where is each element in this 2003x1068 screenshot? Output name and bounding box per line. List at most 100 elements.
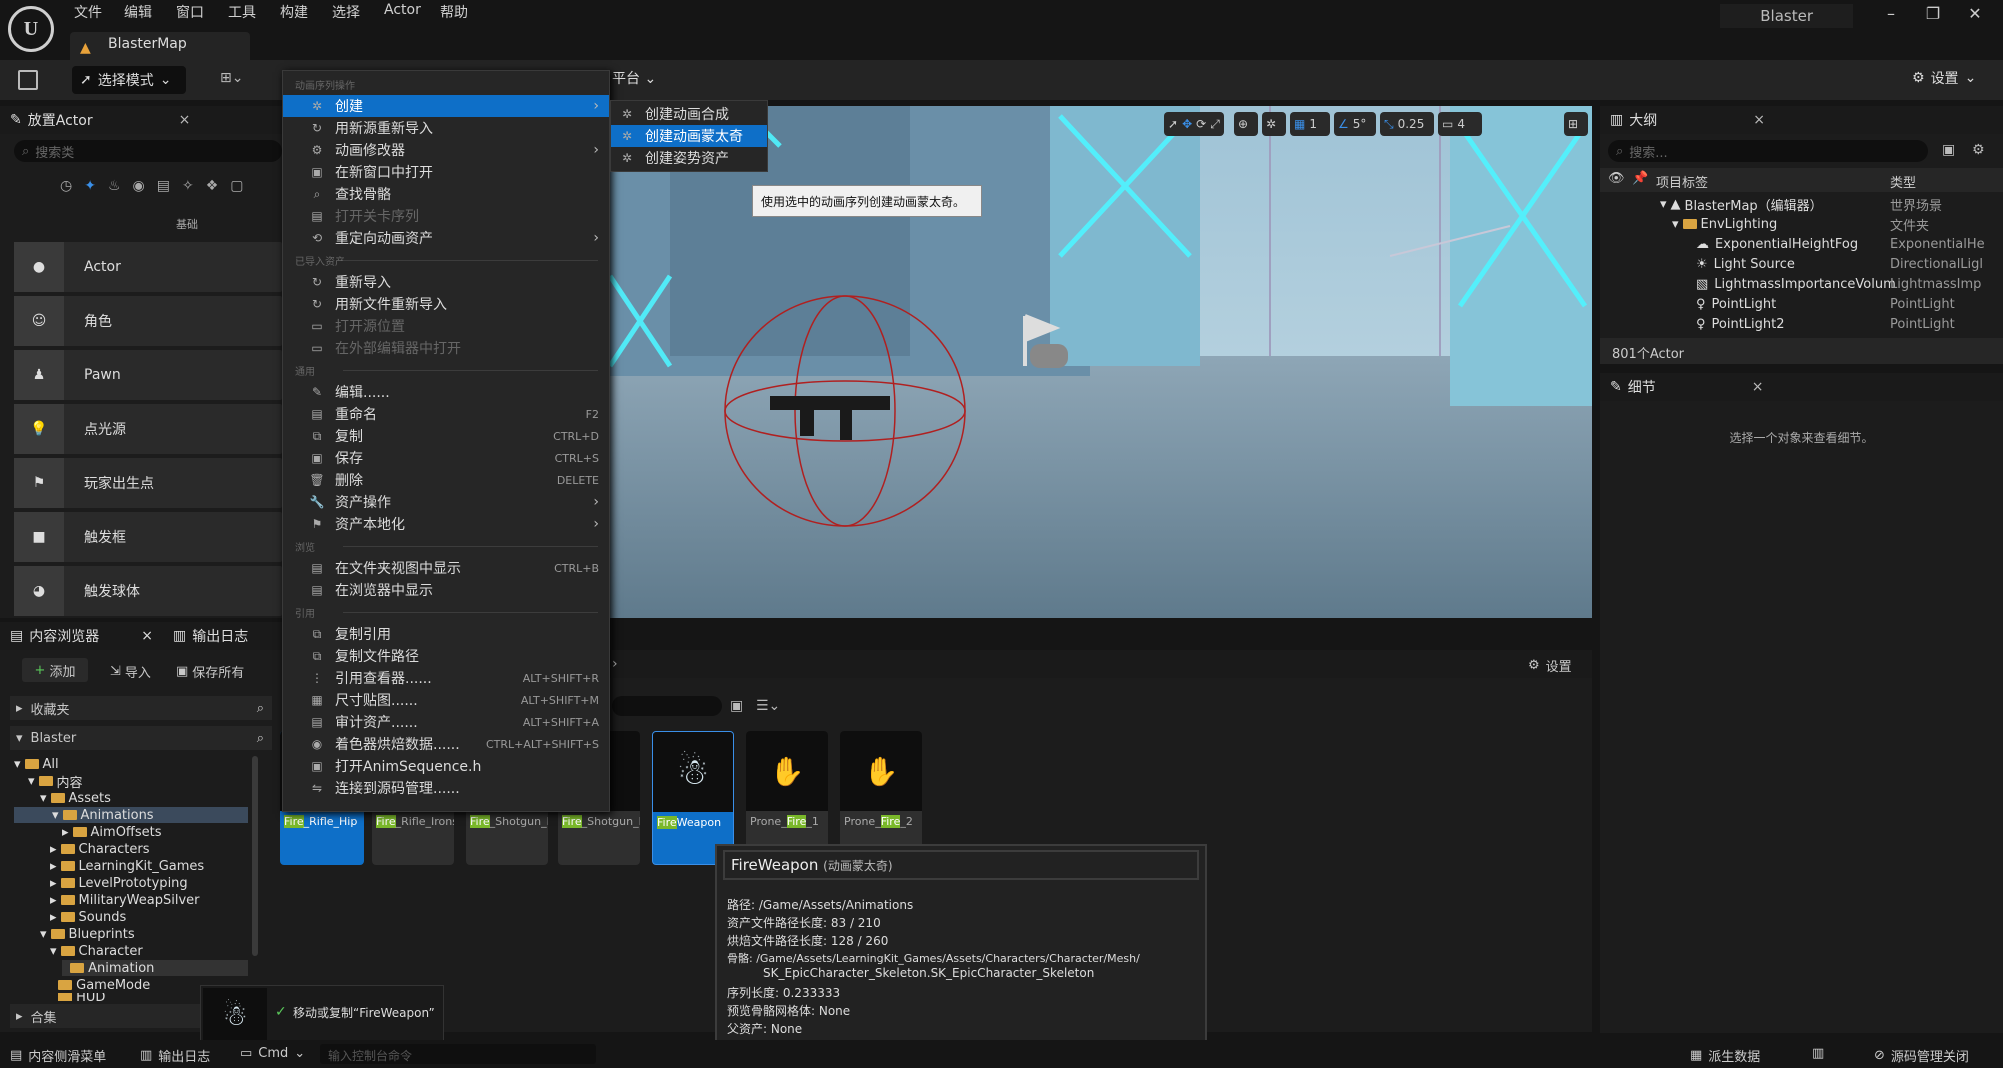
menu-item-audit-assets[interactable]: ▤ 审计资产...... ALT+SHIFT+A	[283, 711, 609, 733]
project-section[interactable]: ▾ Blaster ⌕	[10, 726, 272, 750]
menu-item-find-skeleton[interactable]: ⌕ 查找骨骼	[283, 183, 609, 205]
submenu-item-create-composite[interactable]: ✲ 创建动画合成	[611, 103, 767, 125]
output-log-tab[interactable]: 输出日志	[192, 626, 248, 646]
new-folder-icon[interactable]: ▣	[1942, 142, 1955, 158]
menu-item-save[interactable]: ▣ 保存 CTRL+S	[283, 447, 609, 469]
submenu-item-create-pose-asset[interactable]: ✲ 创建姿势资产	[611, 147, 767, 169]
minimize-icon[interactable]: –	[1876, 4, 1906, 28]
outliner-search-input[interactable]: ⌕ 搜索...	[1608, 140, 1928, 162]
shapes-icon[interactable]: ◉	[133, 178, 145, 194]
col-item-label[interactable]: 项目标签	[1656, 172, 1708, 191]
visual-effects-icon[interactable]: ✧	[182, 178, 194, 194]
gear-icon[interactable]: ⚙	[1972, 142, 1985, 158]
menu-item-rename[interactable]: ▤ 重命名 F2	[283, 403, 609, 425]
actor-item-trigger-box[interactable]: ■ 触发框	[14, 512, 282, 562]
outliner-tab[interactable]: ▥ 大纲 ×	[1600, 106, 2003, 134]
console-input[interactable]: 输入控制台命令	[320, 1044, 596, 1064]
menu-item-open-new-window[interactable]: ▣ 在新窗口中打开	[283, 161, 609, 183]
place-actor-tab[interactable]: ✎ 放置Actor ×	[0, 106, 282, 134]
eye-icon[interactable]: 👁	[1608, 171, 1625, 186]
col-type[interactable]: 类型	[1890, 172, 1916, 191]
rotation-snap-button[interactable]: ∠ 5°	[1334, 112, 1376, 136]
close-icon[interactable]: ×	[179, 112, 191, 128]
search-icon[interactable]: ⌕	[257, 731, 264, 746]
tree-item-assets[interactable]: ▾ Assets	[40, 790, 111, 806]
menu-actor[interactable]: Actor	[384, 2, 421, 18]
class-search-input[interactable]: ⌕ 搜索类	[14, 140, 282, 162]
menu-item-retarget[interactable]: ⟲ 重定向动画资产 ›	[283, 227, 609, 249]
tree-item-aimoffsets[interactable]: ▸ AimOffsets	[62, 824, 162, 840]
menu-item-asset-localization[interactable]: ⚑ 资产本地化 ›	[283, 513, 609, 535]
close-icon[interactable]: ×	[1752, 379, 1764, 395]
tree-item-animations[interactable]: ▾ Animations	[14, 807, 248, 823]
menu-item-copy-reference[interactable]: ⧉ 复制引用	[283, 623, 609, 645]
close-icon[interactable]: ×	[141, 628, 153, 644]
move-icon[interactable]: ✥	[1182, 117, 1192, 131]
details-tab[interactable]: ✎ 细节 ×	[1600, 373, 2003, 401]
add-button[interactable]: + 添加	[22, 658, 88, 682]
import-button[interactable]: ⇲ 导入	[110, 662, 151, 681]
menu-item-duplicate[interactable]: ⧉ 复制 CTRL+D	[283, 425, 609, 447]
content-browser-tab[interactable]: 内容浏览器	[29, 626, 99, 646]
menu-item-open-header[interactable]: ▣ 打开AnimSequence.h	[283, 755, 609, 777]
tree-item-animation[interactable]: Animation	[62, 960, 248, 976]
tree-item-levelprototyping[interactable]: ▸ LevelPrototyping	[50, 875, 188, 891]
menu-tools[interactable]: 工具	[228, 2, 256, 22]
tree-item-character[interactable]: ▾ Character	[50, 943, 143, 959]
menu-item-anim-modifiers[interactable]: ⚙ 动画修改器 ›	[283, 139, 609, 161]
rotate-icon[interactable]: ⟳	[1196, 117, 1206, 131]
actor-item-player-start[interactable]: ⚑ 玩家出生点	[14, 458, 282, 508]
output-log-button[interactable]: ▥ 输出日志	[140, 1046, 210, 1065]
content-settings-button[interactable]: ⚙ 设置	[1528, 656, 1572, 675]
menu-item-create[interactable]: ✲ 创建 ›	[283, 95, 609, 117]
basic-icon[interactable]: ✦	[84, 178, 96, 194]
surface-snap-icon[interactable]: ✲	[1262, 112, 1286, 136]
outliner-row[interactable]: ♀ PointLight PointLight	[1696, 294, 1955, 314]
tree-item-sounds[interactable]: ▸ Sounds	[50, 909, 126, 925]
tree-item-all[interactable]: ▾ All	[14, 756, 59, 772]
menu-item-show-in-explorer[interactable]: ▤ 在浏览器中显示	[283, 579, 609, 601]
pin-icon[interactable]: 📌	[1632, 171, 1648, 186]
menu-item-connect-scm[interactable]: ⇋ 连接到源码管理......	[283, 777, 609, 799]
menu-build[interactable]: 构建	[280, 2, 308, 22]
add-actor-icon[interactable]: ⊞⌄	[220, 70, 256, 90]
all-classes-icon[interactable]: ▢	[230, 178, 243, 194]
menu-item-reimport[interactable]: ↻ 重新导入	[283, 271, 609, 293]
close-window-icon[interactable]: ✕	[1960, 4, 1990, 28]
transform-tools[interactable]: ➚ ✥ ⟳ ⤢	[1164, 112, 1224, 136]
menu-window[interactable]: 窗口	[176, 2, 204, 22]
tree-item-content[interactable]: ▾ 内容	[28, 773, 83, 791]
actor-item-character[interactable]: ☺ 角色	[14, 296, 282, 346]
actor-item-point-light[interactable]: 💡 点光源	[14, 404, 282, 454]
favorites-section[interactable]: ▸ 收藏夹 ⌕	[10, 696, 272, 720]
notification-icon[interactable]: ▥	[1812, 1046, 1824, 1061]
menu-select[interactable]: 选择	[332, 2, 360, 22]
tree-item-blueprints[interactable]: ▾ Blueprints	[40, 926, 135, 942]
menu-item-delete[interactable]: 🗑 删除 DELETE	[283, 469, 609, 491]
actor-item-trigger-sphere[interactable]: ◕ 触发球体	[14, 566, 282, 616]
map-tab[interactable]: ▲ BlasterMap	[70, 32, 250, 60]
menu-item-reimport-new-file[interactable]: ↻ 用新文件重新导入	[283, 293, 609, 315]
source-control-button[interactable]: ⊘ 源码管理关闭	[1874, 1046, 1969, 1065]
menu-help[interactable]: 帮助	[440, 2, 468, 22]
cmd-dropdown[interactable]: ▭ Cmd ⌄	[240, 1046, 305, 1061]
close-icon[interactable]: ×	[1753, 112, 1765, 128]
save-all-button[interactable]: ▣ 保存所有	[176, 662, 244, 681]
tree-scrollbar[interactable]	[252, 756, 258, 956]
restore-icon[interactable]: ❐	[1918, 4, 1948, 28]
tree-item-learningkit[interactable]: ▸ LearningKit_Games	[50, 858, 204, 874]
save-search-icon[interactable]: ▣	[730, 698, 743, 714]
outliner-row[interactable]: ▾ EnvLighting 文件夹	[1672, 214, 1929, 234]
recent-icon[interactable]: ◷	[60, 178, 72, 194]
content-drawer-button[interactable]: ▤ 内容侧滑菜单	[10, 1046, 106, 1065]
menu-file[interactable]: 文件	[74, 2, 102, 22]
outliner-row[interactable]: ♀ PointLight2 PointLight	[1696, 314, 1955, 334]
menu-item-size-map[interactable]: ▦ 尺寸贴图...... ALT+SHIFT+M	[283, 689, 609, 711]
menu-item-show-in-folder-view[interactable]: ▤ 在文件夹视图中显示 CTRL+B	[283, 557, 609, 579]
outliner-row[interactable]: ☀ Light Source DirectionalLigl	[1696, 254, 1983, 274]
toolbar-settings-button[interactable]: ⚙ 设置 ⌄	[1912, 68, 1976, 88]
menu-item-shader-cook-data[interactable]: ◉ 着色器烘焙数据...... CTRL+ALT+SHIFT+S	[283, 733, 609, 755]
unreal-logo-icon[interactable]: U	[8, 6, 54, 52]
save-icon[interactable]	[18, 70, 38, 90]
select-arrow-icon[interactable]: ➚	[1168, 117, 1178, 131]
